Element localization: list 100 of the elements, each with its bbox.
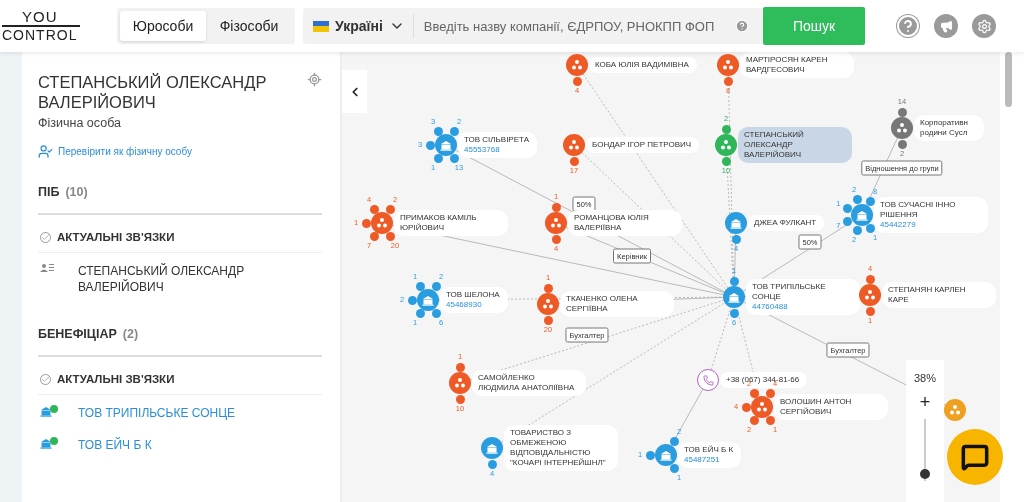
node-label[interactable]: БОНДАР ІГОР ПЕТРОВИЧ: [586, 137, 700, 153]
node-label[interactable]: ТОВАРИСТВО З ОБМЕЖЕНОЮ ВІДПОВІДАЛЬНІСТЮ "КОЧАРІ ІНТЕРНЕЙШНЛ": [504, 425, 618, 471]
node-label[interactable]: ПРИМАКОВ КАМІЛЬ ЮРІЙОВИЧ: [394, 210, 508, 236]
relation-dot-icon[interactable]: [431, 309, 441, 319]
node-label[interactable]: ТОВ ШЕЛОНА 45468930: [440, 287, 508, 313]
company-node-icon[interactable]: [723, 286, 745, 308]
person-node-icon[interactable]: [371, 212, 393, 234]
relation-dot-icon[interactable]: [415, 281, 425, 291]
help-icon[interactable]: [735, 19, 749, 33]
entity-tab[interactable]: Юрособи: [120, 11, 206, 41]
help-icon[interactable]: [896, 14, 920, 38]
company-node-icon[interactable]: [655, 444, 677, 466]
relation-dot-icon[interactable]: [731, 234, 741, 244]
locate-icon[interactable]: [307, 72, 322, 87]
relation-dot-icon[interactable]: [455, 394, 465, 404]
node-label[interactable]: СТЕПАНСЬКИЙ ОЛЕКСАНДР ВАЛЕРІЙОВИЧ: [738, 127, 852, 163]
company-link[interactable]: ТОВ ТРИПІЛЬСЬКЕ СОНЦЕ: [78, 405, 278, 421]
person-node-icon[interactable]: [944, 399, 966, 421]
relation-dot-icon[interactable]: [569, 156, 579, 166]
relation-dot-icon[interactable]: [865, 306, 875, 316]
zoom-slider-thumb[interactable]: [920, 468, 930, 479]
relation-dot-icon[interactable]: [865, 274, 875, 284]
person-node-icon[interactable]: [449, 372, 471, 394]
filter-label[interactable]: АКТУАЛЬНІ ЗВ'ЯЗКИ: [57, 231, 175, 243]
relation-dot-icon[interactable]: [852, 225, 862, 235]
relation-dot-icon[interactable]: [572, 76, 582, 86]
company-node-icon[interactable]: [417, 289, 439, 311]
relation-dot-icon[interactable]: [385, 232, 395, 242]
person-node-icon[interactable]: [751, 396, 773, 418]
relation-dot-icon[interactable]: [433, 126, 443, 136]
person-node-icon[interactable]: [545, 212, 567, 234]
person-node-icon[interactable]: [859, 284, 881, 306]
relation-dot-icon[interactable]: [721, 124, 731, 134]
relation-dot-icon[interactable]: [842, 204, 852, 213]
person-node-icon[interactable]: [537, 293, 559, 315]
person-node-icon[interactable]: [717, 54, 739, 76]
person-node-icon[interactable]: [566, 54, 588, 76]
relation-dot-icon[interactable]: [551, 234, 561, 244]
relation-dot-icon[interactable]: [865, 224, 875, 234]
relation-dot-icon[interactable]: [645, 450, 655, 460]
relation-dot-icon[interactable]: [415, 309, 425, 319]
relation-dot-icon[interactable]: [842, 217, 852, 226]
megaphone-icon[interactable]: [934, 14, 958, 38]
relation-dot-icon[interactable]: [765, 388, 775, 398]
relation-dot-icon[interactable]: [729, 276, 739, 286]
company-node-icon[interactable]: [851, 204, 873, 226]
person-node-icon[interactable]: [715, 134, 737, 156]
relation-dot-icon[interactable]: [369, 232, 379, 242]
node-label[interactable]: СТЕПАНЯН КАРЛЕН КАРЕ: [882, 282, 996, 308]
relation-dot-icon[interactable]: [765, 416, 775, 426]
relation-dot-icon[interactable]: [865, 196, 875, 206]
relation-dot-icon[interactable]: [741, 402, 751, 412]
company-node-icon[interactable]: [435, 134, 457, 156]
relation-dot-icon[interactable]: [897, 107, 907, 117]
relation-dot-icon[interactable]: [543, 283, 553, 293]
person-node-icon[interactable]: [563, 134, 585, 156]
phone-node-icon[interactable]: [697, 369, 719, 391]
relation-dot-icon[interactable]: [425, 140, 435, 150]
node-label[interactable]: ДЖЕА ФУЛКАНТ: [748, 215, 825, 231]
settings-icon[interactable]: [972, 14, 996, 38]
relation-dot-icon[interactable]: [433, 154, 443, 164]
relation-dot-icon[interactable]: [455, 362, 465, 372]
company-node-icon[interactable]: [725, 212, 747, 234]
relation-dot-icon[interactable]: [543, 315, 553, 325]
check-person-link[interactable]: Перевірити як фізичну особу: [38, 144, 192, 159]
relation-dot-icon[interactable]: [369, 204, 379, 214]
logo-text[interactable]: YOU: [2, 9, 80, 27]
country-select[interactable]: Україні: [303, 14, 414, 38]
node-label[interactable]: ТОВ ТРИПІЛЬСЬКЕ СОНЦЕ 44760488: [746, 279, 860, 315]
node-label[interactable]: ТОВ СІЛЬВІРЕТА 45553768: [458, 132, 537, 158]
relation-dot-icon[interactable]: [431, 281, 441, 291]
relation-dot-icon[interactable]: [361, 218, 371, 228]
relation-dot-icon[interactable]: [723, 76, 733, 86]
relation-dot-icon[interactable]: [669, 464, 679, 474]
group-node-icon[interactable]: [891, 117, 913, 139]
relation-dot-icon[interactable]: [721, 156, 731, 166]
relation-dot-icon[interactable]: [749, 388, 759, 398]
zoom-in-button[interactable]: +: [915, 392, 935, 413]
relation-dot-icon[interactable]: [729, 308, 739, 318]
node-label[interactable]: КОБА ЮЛІЯ ВАДИМІВНА: [589, 57, 697, 73]
relation-dot-icon[interactable]: [487, 459, 497, 469]
node-label[interactable]: ТКАЧЕНКО ОЛЕНА СЕРГІЇВНА: [560, 291, 674, 317]
node-label[interactable]: РОМАНЦОВА ЮЛІЯ ВАЛЕРІЇВНА: [568, 210, 682, 236]
node-label[interactable]: САМОЙЛЕНКО ЛЮДМИЛА АНАТОЛІЇВНА: [472, 370, 586, 396]
relation-dot-icon[interactable]: [749, 416, 759, 426]
node-label[interactable]: МАРТІРОСЯН КАРЕН ВАРДГЕСОВИЧ: [740, 52, 854, 78]
relation-dot-icon[interactable]: [897, 139, 907, 149]
node-label[interactable]: ТОВ ЕЙЧ Б К 45487251: [678, 442, 742, 468]
relation-dot-icon[interactable]: [407, 295, 417, 305]
search-field[interactable]: Введіть назву компанії, ЄДРПОУ, РНОКПП ФОП: [413, 18, 735, 34]
scrollbar-thumb[interactable]: [1005, 52, 1012, 107]
node-label[interactable]: Корпоративн родини Сусл: [914, 115, 984, 141]
relation-dot-icon[interactable]: [852, 195, 862, 205]
company-node-icon[interactable]: [481, 437, 503, 459]
relation-dot-icon[interactable]: [551, 202, 561, 212]
relation-dot-icon[interactable]: [669, 436, 679, 446]
relation-dot-icon[interactable]: [449, 126, 459, 136]
entity-tab[interactable]: Фізособи: [206, 11, 292, 41]
node-label[interactable]: ТОВ СУЧАСНІ ІННО РІШЕННЯ 45442279: [874, 197, 988, 233]
collapse-button[interactable]: [342, 70, 367, 113]
